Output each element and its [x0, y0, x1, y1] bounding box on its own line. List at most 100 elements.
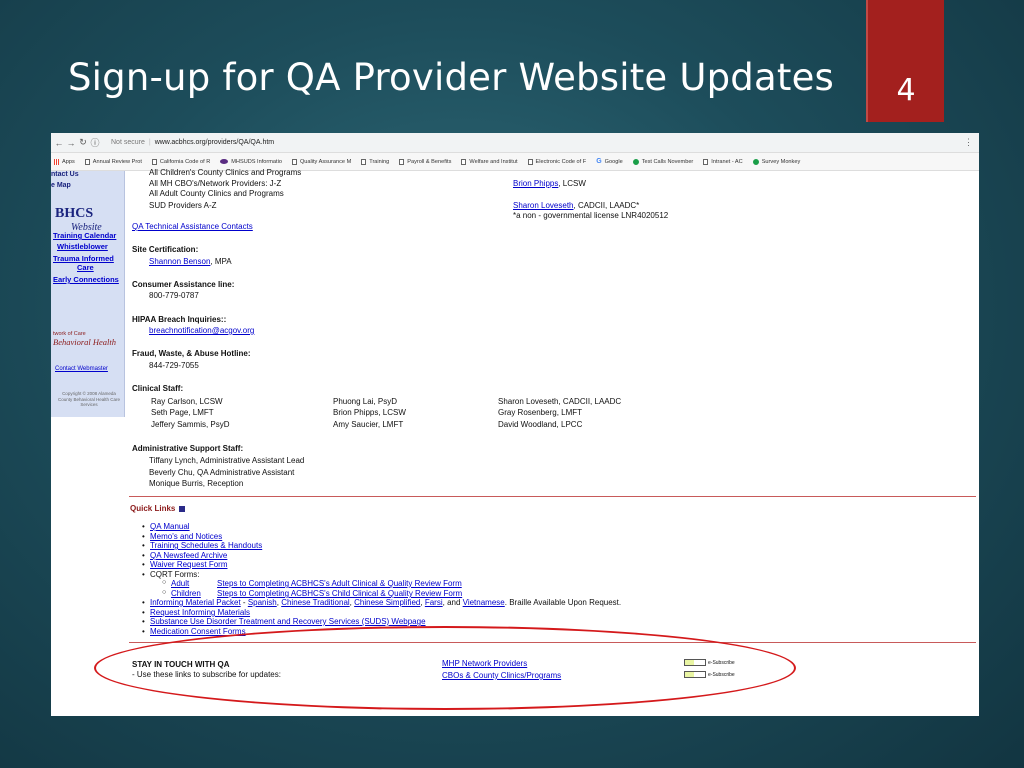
quick-link-memos[interactable]: Memo's and Notices — [142, 532, 222, 541]
site-cert-heading: Site Certification: — [132, 245, 199, 254]
section-divider — [129, 496, 976, 497]
page-icon — [291, 158, 297, 165]
eye-icon — [220, 159, 229, 164]
slide-title: Sign-up for QA Provider Website Updates — [68, 56, 835, 99]
contact-brion-phipps: Brion Phipps, LCSW — [513, 179, 586, 188]
page-number-badge: 4 — [866, 0, 944, 122]
informing-materials-line: Informing Material Packet - Spanish, Chi… — [142, 598, 621, 607]
sidebar-site-map[interactable]: e Map — [51, 182, 71, 189]
shannon-benson-link[interactable]: Shannon Benson — [149, 257, 210, 266]
page-icon — [84, 158, 90, 165]
provider-list-item: All MH CBO's/Network Providers: J-Z — [149, 179, 282, 188]
sidebar-whistleblower[interactable]: Whistleblower — [57, 242, 108, 251]
bookmark-welfare[interactable]: Welfare and Institut — [461, 158, 518, 165]
address-separator: | — [148, 139, 151, 146]
clinical-staff-member: Brion Phipps, LCSW — [333, 408, 406, 417]
sidebar-trauma-informed[interactable]: Trauma Informed — [53, 254, 114, 263]
browser-menu-icon[interactable]: ⋮ — [964, 137, 973, 148]
bookmark-california-code[interactable]: California Code of R — [151, 158, 210, 165]
brion-phipps-link[interactable]: Brion Phipps — [513, 179, 558, 188]
fraud-heading: Fraud, Waste, & Abuse Hotline: — [132, 349, 251, 358]
farsi-link[interactable]: Farsi — [425, 598, 443, 607]
admin-heading: Administrative Support Staff: — [132, 444, 244, 453]
vietnamese-link[interactable]: Vietnamese — [463, 598, 505, 607]
sharon-loveseth-link[interactable]: Sharon Loveseth — [513, 201, 574, 210]
clinical-heading: Clinical Staff: — [132, 384, 184, 393]
bookmark-electronic-code[interactable]: Electronic Code of F — [527, 158, 586, 165]
quick-link-suds[interactable]: Substance Use Disorder Treatment and Rec… — [142, 617, 426, 626]
chinese-simplified-link[interactable]: Chinese Simplified — [354, 598, 420, 607]
highlight-ellipse — [94, 626, 796, 710]
bookmark-google[interactable]: G Google — [596, 158, 623, 165]
clinical-staff-member: Phuong Lai, PsyD — [333, 397, 398, 406]
bookmark-annual-review[interactable]: Annual Review Prot — [84, 158, 142, 165]
page-icon — [361, 158, 367, 165]
spanish-link[interactable]: Spanish — [248, 598, 277, 607]
qa-ta-contacts-link[interactable]: QA Technical Assistance Contacts — [132, 222, 253, 231]
sidebar-copyright: Copyright © 2008 Alameda County Behavior… — [57, 391, 121, 407]
consumer-phone: 800-779-0787 — [149, 291, 199, 300]
bhcs-logo[interactable]: BHCS Website — [55, 206, 102, 233]
chinese-traditional-link[interactable]: Chinese Traditional — [281, 598, 349, 607]
page-icon — [703, 158, 709, 165]
clinical-staff-member: David Woodland, LPCC — [498, 420, 583, 429]
cqrt-children-link[interactable]: Children — [162, 589, 201, 598]
sidebar-training-calendar[interactable]: Training Calendar — [53, 231, 116, 240]
clinical-staff-member: Gray Rosenberg, LMFT — [498, 408, 583, 417]
google-icon: G — [596, 158, 602, 165]
bookmark-survey-monkey[interactable]: Survey Monkey — [752, 158, 800, 165]
collapse-icon[interactable] — [179, 505, 186, 512]
clinical-staff-member: Amy Saucier, LMFT — [333, 420, 404, 429]
back-icon[interactable]: ← — [53, 138, 65, 148]
admin-staff-member: Tiffany Lynch, Administrative Assistant … — [149, 456, 305, 465]
apps-icon — [54, 158, 59, 165]
bookmark-test-calls[interactable]: Test Calls November — [632, 158, 693, 165]
quick-link-request-informing[interactable]: Request Informing Materials — [142, 608, 250, 617]
clinical-staff-member: Sharon Loveseth, CADCII, LAADC — [498, 397, 622, 406]
site-cert-contact: Shannon Benson, MPA — [149, 257, 232, 266]
license-note: *a non - governmental license LNR4020512 — [513, 211, 669, 220]
reload-icon[interactable]: ↻ — [77, 137, 89, 148]
quick-link-training[interactable]: Training Schedules & Handouts — [142, 541, 262, 550]
quick-links-heading: Quick Links — [130, 504, 186, 513]
provider-list-item: All Adult County Clinics and Programs — [149, 189, 284, 198]
provider-list-item: All Children's County Clinics and Progra… — [149, 168, 302, 177]
cqrt-adult-form-link[interactable]: Steps to Completing ACBHCS's Adult Clini… — [217, 579, 462, 588]
quick-link-qa-manual[interactable]: QA Manual — [142, 522, 189, 531]
clinical-staff-member: Ray Carlson, LCSW — [151, 397, 223, 406]
page-icon — [151, 158, 157, 165]
quick-link-waiver[interactable]: Waiver Request Form — [142, 560, 227, 569]
bookmark-payroll[interactable]: Payroll & Benefits — [399, 158, 451, 165]
quick-link-newsfeed[interactable]: QA Newsfeed Archive — [142, 551, 227, 560]
network-of-care-logo[interactable]: twork of Care Behavioral Health — [53, 331, 116, 347]
clinical-staff-member: Jeffery Sammis, PsyD — [151, 420, 230, 429]
bookmark-mhsuds[interactable]: MHSUDS Informatio — [220, 159, 282, 165]
bookmark-quality-assurance[interactable]: Quality Assurance M — [291, 158, 351, 165]
address-bar: ← → ↻ ⓘ Not secure | www.acbhcs.org/prov… — [51, 133, 979, 153]
sidebar-contact-webmaster[interactable]: Contact Webmaster — [55, 366, 108, 372]
forward-icon[interactable]: → — [65, 138, 77, 148]
fraud-phone: 844-729-7055 — [149, 361, 199, 370]
sidebar-trauma-care[interactable]: Care — [77, 263, 94, 272]
dot-icon — [752, 158, 759, 165]
sidebar-contact-us[interactable]: ntact Us — [51, 171, 79, 178]
cqrt-child-form-link[interactable]: Steps to Completing ACBHCS's Child Clini… — [217, 589, 462, 598]
clinical-staff-member: Seth Page, LMFT — [151, 408, 214, 417]
cqrt-adult-link[interactable]: Adult — [162, 579, 189, 588]
hipaa-email-link[interactable]: breachnotification@acgov.org — [149, 326, 254, 335]
url-field[interactable]: www.acbhcs.org/providers/QA/QA.htm — [155, 139, 274, 146]
bookmark-intranet[interactable]: Intranet - AC — [703, 158, 743, 165]
page-number: 4 — [896, 73, 916, 108]
admin-staff-member: Monique Burris, Reception — [149, 479, 244, 488]
page-icon — [527, 158, 533, 165]
sidebar: ntact Us e Map BHCS Website Training Cal… — [51, 171, 125, 417]
page-icon — [399, 158, 405, 165]
sidebar-early-connections[interactable]: Early Connections — [53, 275, 119, 284]
provider-list-item: SUD Providers A-Z — [149, 201, 217, 210]
bookmark-training[interactable]: Training — [361, 158, 389, 165]
bookmark-apps[interactable]: Apps — [54, 158, 75, 165]
informing-packet-link[interactable]: Informing Material Packet — [150, 598, 241, 607]
info-icon[interactable]: ⓘ — [89, 136, 101, 149]
quick-link-cqrt: CQRT Forms: — [142, 570, 200, 579]
security-label: Not secure — [111, 139, 145, 146]
